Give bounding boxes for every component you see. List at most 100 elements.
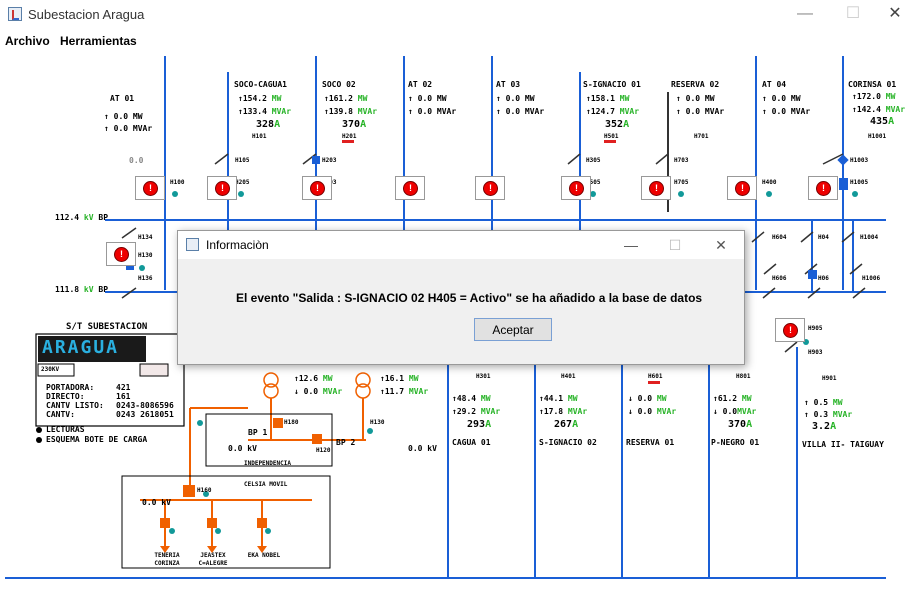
kv-reading: 0.0 kV xyxy=(408,444,437,453)
feeder-mvar: ↑ 0.0 MVAr xyxy=(496,107,545,116)
switch-label: H400 xyxy=(762,179,777,186)
accept-button[interactable]: Aceptar xyxy=(474,318,552,341)
alarm-indicator[interactable]: ! xyxy=(775,318,805,342)
java-app-icon xyxy=(186,238,199,251)
dialog-minimize-button[interactable]: — xyxy=(608,231,654,259)
feeder-mw: ↑ 0.0 MW xyxy=(762,94,801,103)
feeder-id: H701 xyxy=(694,133,709,140)
feeder-name: SOCO 02 xyxy=(322,80,356,89)
alarm-icon: ! xyxy=(735,181,750,196)
switch-label: H604 xyxy=(772,234,787,241)
feeder-id: H101 xyxy=(252,133,267,140)
feeder-mw: ↓ 0.0 MW xyxy=(628,394,667,403)
feeder-name: RESERVA 02 xyxy=(671,80,720,89)
feeder-mw: ↑ 0.0 MW xyxy=(676,94,715,103)
switch-label: H203 xyxy=(322,157,337,164)
switch-label: H905 xyxy=(808,325,823,332)
legend-note: ESQUEMA BOTE DE CARGA xyxy=(46,435,148,444)
feeder-name: AT 03 xyxy=(496,80,521,89)
alarm-icon: ! xyxy=(483,181,498,196)
feeder-id: H401 xyxy=(561,373,576,380)
bus-label: 111.8 kV BP xyxy=(55,285,109,294)
feeder-amp: 267A xyxy=(554,419,579,430)
feeder-mw: ↑161.2 MW xyxy=(324,94,368,103)
alarm-icon: ! xyxy=(215,181,230,196)
feeder-id: H301 xyxy=(476,373,491,380)
alarm-marker xyxy=(648,381,660,384)
feeder-id: H901 xyxy=(822,375,837,382)
feeder-mvar: ↑ 0.0 MVAr xyxy=(104,124,153,133)
switch-label: H606 xyxy=(772,275,787,282)
alarm-indicator[interactable]: ! xyxy=(475,176,505,200)
menu-herramientas[interactable]: Herramientas xyxy=(60,34,137,48)
switch-label: H130 xyxy=(370,419,385,426)
feeder-name: S-IGNACIO 02 xyxy=(539,438,597,447)
legend-row: CANTV: 0243 2618051 xyxy=(46,410,174,419)
feeder-mw: ↑ 0.0 MW xyxy=(104,112,143,121)
panel-label: INDEPENDENCIA xyxy=(244,460,291,467)
close-button[interactable]: ✕ xyxy=(872,0,918,30)
alarm-icon: ! xyxy=(649,181,664,196)
feeder-mw: ↑154.2 MW xyxy=(238,94,282,103)
feeder-name: S-IGNACIO 01 xyxy=(583,80,641,89)
menu-archivo[interactable]: Archivo xyxy=(5,34,50,48)
maximize-button[interactable]: ☐ xyxy=(830,0,876,30)
feeder-amp: 352A xyxy=(605,119,630,130)
alarm-indicator[interactable]: ! xyxy=(395,176,425,200)
dialog-titlebar: Informaciòn — ☐ ✕ xyxy=(178,231,744,259)
switch-label: H134 xyxy=(138,234,153,241)
switch-label: H703 xyxy=(674,157,689,164)
menu-bar: Archivo Herramientas xyxy=(0,30,920,52)
switch-label: H06 xyxy=(818,275,829,282)
feeder-mw: ↑ 0.0 MW xyxy=(496,94,535,103)
kv-reading: 0.0 kV xyxy=(142,498,171,507)
transformer-mvar: ↓ 0.0 MVAr xyxy=(294,387,343,396)
dialog-close-button[interactable]: ✕ xyxy=(698,231,744,259)
feeder-mvar: ↑ 0.3 MVAr xyxy=(804,410,853,419)
feeder-mw: ↑61.2 MW xyxy=(713,394,752,403)
alarm-indicator[interactable]: ! xyxy=(106,242,136,266)
switch-label: H1003 xyxy=(850,157,869,164)
bp-label: BP 1 xyxy=(248,428,268,437)
station-header: S/T SUBESTACION xyxy=(66,322,148,332)
alarm-indicator[interactable]: ! xyxy=(641,176,671,200)
switch-label: H1004 xyxy=(860,234,879,241)
load-label: JEASTEX C=ALEGRE xyxy=(198,552,228,567)
feeder-mvar: ↓ 0.0MVAr xyxy=(713,407,757,416)
feeder-name: CORINSA 01 xyxy=(848,80,897,89)
alarm-indicator[interactable]: ! xyxy=(135,176,165,200)
alarm-icon: ! xyxy=(310,181,325,196)
feeder-mvar: ↓ 0.0 MVAr xyxy=(628,407,677,416)
alarm-indicator[interactable]: ! xyxy=(561,176,591,200)
alarm-indicator[interactable]: ! xyxy=(727,176,757,200)
feeder-id: H801 xyxy=(736,373,751,380)
feeder-name: AT 04 xyxy=(762,80,787,89)
station-name: ARAGUA xyxy=(42,337,120,358)
feeder-name: P-NEGRO 01 xyxy=(711,438,760,447)
switch-label: H130 xyxy=(138,252,153,259)
switch-label: H305 xyxy=(586,157,601,164)
feeder-name: SOCO-CAGUA1 xyxy=(234,80,287,89)
alarm-indicator[interactable]: ! xyxy=(808,176,838,200)
feeder-mw: ↑48.4 MW xyxy=(452,394,491,403)
feeder-mvar: ↑142.4 MVAr xyxy=(852,105,906,114)
feeder-amp: 370A xyxy=(728,419,753,430)
alarm-indicator[interactable]: ! xyxy=(302,176,332,200)
switch-label: H04 xyxy=(818,234,829,241)
feeder-amp: 435A xyxy=(870,116,895,127)
switch-label: H1006 xyxy=(862,275,881,282)
alarm-indicator[interactable]: ! xyxy=(207,176,237,200)
switch-label: H180 xyxy=(284,419,299,426)
voltage-tag: 230KV xyxy=(41,366,60,373)
feeder-id: H1001 xyxy=(868,133,887,140)
feeder-name: RESERVA 01 xyxy=(626,438,675,447)
feeder-mvar: ↑29.2 MVAr xyxy=(452,407,501,416)
alarm-icon: ! xyxy=(816,181,831,196)
minimize-button[interactable]: — xyxy=(782,0,828,30)
transformer-mw: ↑12.6 MW xyxy=(294,374,333,383)
switch-label: H160 xyxy=(197,487,212,494)
dialog-maximize-button[interactable]: ☐ xyxy=(652,231,698,259)
alarm-icon: ! xyxy=(114,247,129,262)
panel-label: CELSIA MOVIL xyxy=(244,481,288,488)
window-title: Subestacion Aragua xyxy=(28,7,145,22)
